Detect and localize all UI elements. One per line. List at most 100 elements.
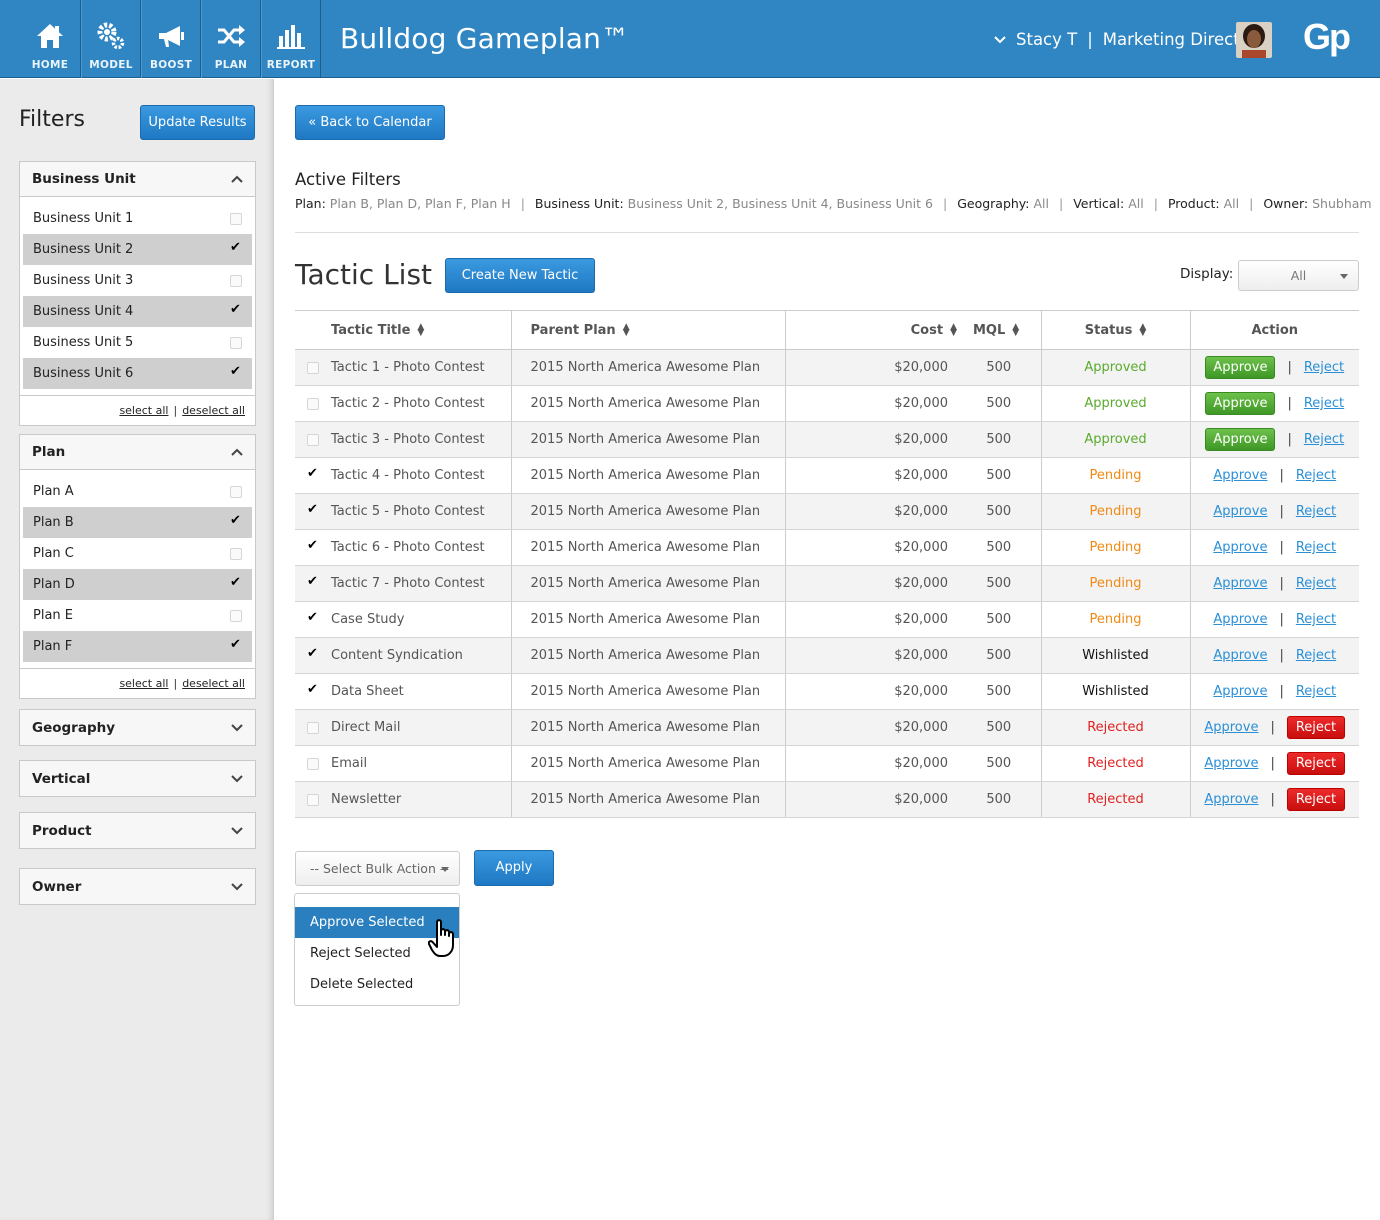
geography-header[interactable]: Geography xyxy=(20,710,255,745)
filter-option[interactable]: Plan F xyxy=(23,631,252,662)
display-select[interactable]: All xyxy=(1238,260,1359,291)
cell-title: Tactic 4 - Photo Contest xyxy=(295,457,512,494)
approve-button[interactable]: Approve xyxy=(1205,428,1276,451)
filter-option[interactable]: Business Unit 6 xyxy=(23,358,252,389)
checkbox[interactable] xyxy=(230,609,242,622)
row-checkbox-checked[interactable] xyxy=(307,646,319,662)
approve-link[interactable]: Approve xyxy=(1213,540,1267,555)
checkbox[interactable] xyxy=(230,336,242,349)
select-all-link[interactable]: select all xyxy=(119,677,168,690)
chevron-down-icon xyxy=(231,882,243,890)
row-checkbox-checked[interactable] xyxy=(307,502,319,518)
reject-link[interactable]: Reject xyxy=(1296,540,1336,555)
filter-option[interactable]: Business Unit 5 xyxy=(23,327,252,358)
reject-button[interactable]: Reject xyxy=(1286,716,1346,739)
title-wrap: Tactic 4 - Photo Contest xyxy=(295,466,511,484)
approve-link[interactable]: Approve xyxy=(1213,648,1267,663)
approve-link[interactable]: Approve xyxy=(1213,504,1267,519)
row-checkbox-checked[interactable] xyxy=(307,610,319,626)
checkbox-checked[interactable] xyxy=(230,364,242,380)
checkbox[interactable] xyxy=(230,547,242,560)
checkbox[interactable] xyxy=(230,274,242,287)
sort-icon: ▲ ▼ xyxy=(1012,322,1020,338)
business-unit-header[interactable]: Business Unit xyxy=(20,162,255,197)
checkbox-checked[interactable] xyxy=(230,302,242,318)
filter-option[interactable]: Plan C xyxy=(23,538,252,569)
row-checkbox-checked[interactable] xyxy=(307,574,319,590)
reject-link[interactable]: Reject xyxy=(1304,396,1344,411)
approve-link[interactable]: Approve xyxy=(1204,720,1258,735)
approve-link[interactable]: Approve xyxy=(1213,612,1267,627)
update-results-button[interactable]: Update Results xyxy=(140,105,255,140)
bulk-action-select[interactable]: -- Select Bulk Action -- xyxy=(295,851,460,886)
cell-cost: $20,000 xyxy=(785,709,957,746)
vertical-header[interactable]: Vertical xyxy=(20,761,255,796)
create-new-tactic-button[interactable]: Create New Tactic xyxy=(445,258,595,293)
approve-link[interactable]: Approve xyxy=(1213,576,1267,591)
reject-button[interactable]: Reject xyxy=(1286,752,1346,775)
row-checkbox[interactable] xyxy=(307,361,319,374)
row-checkbox[interactable] xyxy=(307,721,319,734)
row-checkbox[interactable] xyxy=(307,433,319,446)
col-parent-plan[interactable]: Parent Plan ▲ ▼ xyxy=(511,310,786,350)
reject-button[interactable]: Reject xyxy=(1286,788,1346,811)
reject-link[interactable]: Reject xyxy=(1296,468,1336,483)
deselect-all-link[interactable]: deselect all xyxy=(182,404,245,417)
reject-link[interactable]: Reject xyxy=(1296,684,1336,699)
col-cost[interactable]: Cost ▲ ▼ xyxy=(785,310,957,350)
nav-home[interactable]: HOME xyxy=(0,0,81,78)
user-menu[interactable]: Stacy T | Marketing Director xyxy=(994,30,1257,49)
reject-link[interactable]: Reject xyxy=(1304,432,1344,447)
back-to-calendar-button[interactable]: « Back to Calendar xyxy=(295,105,445,140)
row-checkbox[interactable] xyxy=(307,793,319,806)
approve-link[interactable]: Approve xyxy=(1204,792,1258,807)
nav-model[interactable]: MODEL xyxy=(81,0,141,78)
plan-header[interactable]: Plan xyxy=(20,435,255,470)
nav-report[interactable]: REPORT xyxy=(261,0,321,78)
select-all-link[interactable]: select all xyxy=(119,404,168,417)
product-header[interactable]: Product xyxy=(20,813,255,848)
approve-link[interactable]: Approve xyxy=(1213,684,1267,699)
apply-button[interactable]: Apply xyxy=(474,850,554,886)
filter-option[interactable]: Plan B xyxy=(23,507,252,538)
approve-link[interactable]: Approve xyxy=(1213,468,1267,483)
row-checkbox-checked[interactable] xyxy=(307,538,319,554)
row-checkbox-checked[interactable] xyxy=(307,682,319,698)
filter-option[interactable]: Business Unit 3 xyxy=(23,265,252,296)
checkbox[interactable] xyxy=(230,212,242,225)
filter-option[interactable]: Business Unit 2 xyxy=(23,234,252,265)
reject-link[interactable]: Reject xyxy=(1304,360,1344,375)
checkbox-checked[interactable] xyxy=(230,575,242,591)
col-mql[interactable]: MQL ▲ ▼ xyxy=(957,310,1042,350)
avatar[interactable] xyxy=(1236,22,1272,58)
reject-link[interactable]: Reject xyxy=(1296,504,1336,519)
reject-link[interactable]: Reject xyxy=(1296,576,1336,591)
col-status[interactable]: Status ▲ ▼ xyxy=(1041,310,1191,350)
option-delete-selected[interactable]: Delete Selected xyxy=(295,969,459,1000)
row-checkbox[interactable] xyxy=(307,757,319,770)
filter-option[interactable]: Plan E xyxy=(23,600,252,631)
approve-button[interactable]: Approve xyxy=(1205,392,1276,415)
approve-button[interactable]: Approve xyxy=(1205,356,1276,379)
checkbox-checked[interactable] xyxy=(230,240,242,256)
checkbox[interactable] xyxy=(230,485,242,498)
filter-option-label: Business Unit 4 xyxy=(33,304,134,319)
reject-link[interactable]: Reject xyxy=(1296,648,1336,663)
deselect-all-link[interactable]: deselect all xyxy=(182,677,245,690)
nav-plan[interactable]: PLAN xyxy=(201,0,261,78)
col-tactic-title[interactable]: Tactic Title ▲ ▼ xyxy=(295,310,512,350)
filter-option[interactable]: Plan D xyxy=(23,569,252,600)
filter-option[interactable]: Plan A xyxy=(23,476,252,507)
row-checkbox-checked[interactable] xyxy=(307,466,319,482)
filter-option[interactable]: Business Unit 1 xyxy=(23,203,252,234)
filter-option[interactable]: Business Unit 4 xyxy=(23,296,252,327)
owner-panel: Owner xyxy=(19,868,256,905)
reject-link[interactable]: Reject xyxy=(1296,612,1336,627)
owner-header[interactable]: Owner xyxy=(20,869,255,904)
nav-boost[interactable]: BOOST xyxy=(141,0,201,78)
checkbox-checked[interactable] xyxy=(230,637,242,653)
row-checkbox[interactable] xyxy=(307,397,319,410)
approve-link[interactable]: Approve xyxy=(1204,756,1258,771)
row-checkbox-wrap xyxy=(295,574,331,590)
checkbox-checked[interactable] xyxy=(230,513,242,529)
